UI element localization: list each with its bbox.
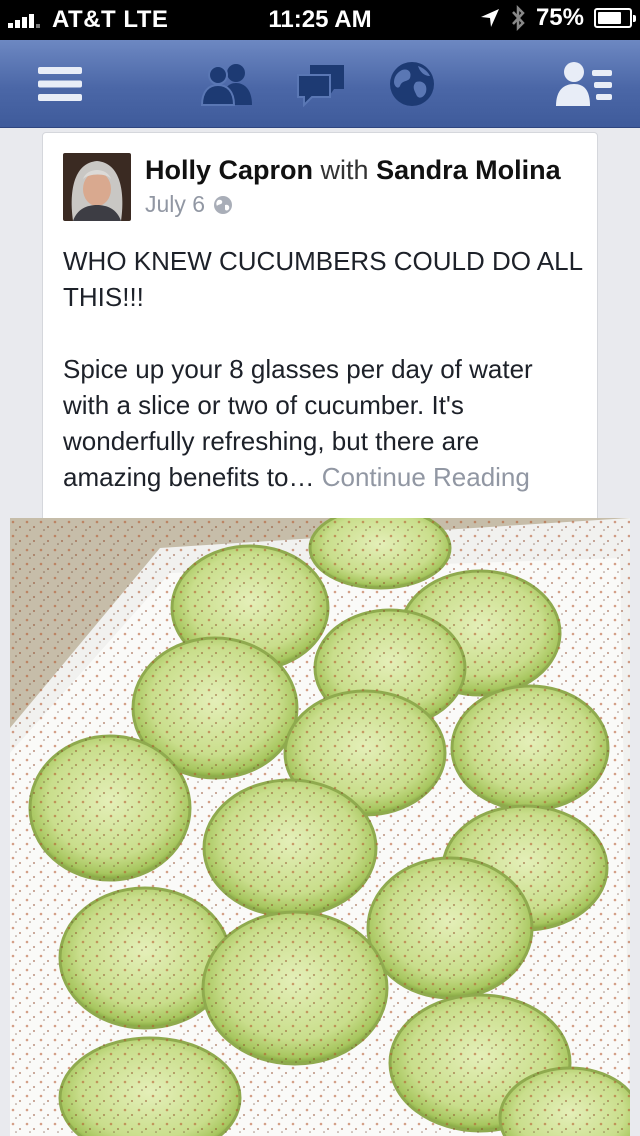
menu-icon [38,67,82,101]
location-arrow-icon [480,9,499,27]
author-avatar[interactable] [63,153,131,221]
continue-reading-link[interactable]: Continue Reading [322,462,530,492]
friends-icon [200,64,252,106]
avatar-image [63,153,131,221]
friend-requests-button[interactable] [192,54,262,114]
battery-icon [594,8,636,28]
notifications-button[interactable] [377,54,447,114]
globe-icon [390,62,434,106]
signal-strength-icon [8,12,40,28]
post-meta: July 6 [145,191,233,218]
tagged-friend-name[interactable]: Sandra Molina [376,155,561,185]
menu-button[interactable] [25,54,95,114]
with-label: with [320,155,369,185]
messages-icon [297,65,344,107]
post-author-line: Holly Capron with Sandra Molina [145,155,561,186]
cucumber-photo [10,518,630,1136]
bluetooth-icon [512,5,525,31]
globe-icon [214,195,233,214]
battery-percent: 75% [535,4,584,31]
contacts-icon [556,62,612,106]
messages-button[interactable] [286,54,356,114]
contacts-button[interactable] [550,54,620,114]
status-bar: AT&T LTE 11:25 AM 75% [0,0,640,40]
post-date[interactable]: July 6 [145,191,205,218]
post-card: Holly Capron with Sandra Molina July 6 W… [42,132,598,532]
post-text: WHO KNEW CUCUMBERS COULD DO ALL THIS!!! … [63,243,583,495]
top-navigation-bar [0,40,640,128]
post-headline: WHO KNEW CUCUMBERS COULD DO ALL THIS!!! [63,246,583,312]
post-photo[interactable] [10,518,630,1136]
battery-fill [598,12,621,24]
carrier-label: AT&T LTE [52,6,169,33]
author-name[interactable]: Holly Capron [145,155,313,185]
